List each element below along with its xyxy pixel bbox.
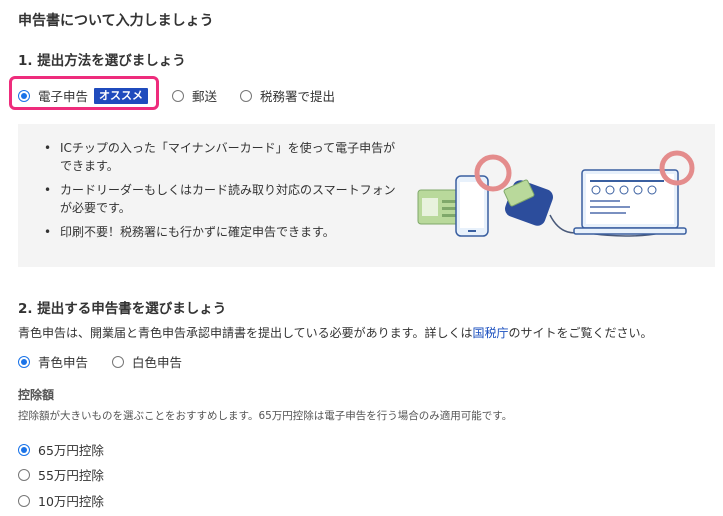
submit-method-tax-office[interactable]: 税務署で提出 bbox=[240, 86, 335, 105]
info-bullet-2: カードリーダーもしくはカード読み取り対応のスマートフォンが必要です。 bbox=[44, 181, 404, 217]
info-bullet-1: ICチップの入った「マイナンバーカード」を使って電子申告ができます。 bbox=[44, 139, 404, 175]
description-text-suffix: のサイトをご覧ください。 bbox=[508, 326, 653, 340]
nta-link[interactable]: 国税庁 bbox=[472, 326, 508, 340]
radio-white-return-label: 白色申告 bbox=[132, 355, 183, 370]
radio-electronic[interactable] bbox=[18, 89, 30, 102]
card-reader-icon bbox=[503, 179, 553, 226]
deduction-10[interactable]: 10万円控除 bbox=[18, 491, 104, 510]
section2-title: 2. 提出する申告書を選びましょう bbox=[18, 301, 227, 317]
radio-electronic-label: 電子申告 bbox=[38, 89, 89, 104]
radio-deduction-10[interactable] bbox=[18, 494, 30, 507]
radio-deduction-55-label: 55万円控除 bbox=[38, 468, 104, 483]
section1-title: 1. 提出方法を選びましょう bbox=[18, 53, 186, 69]
e-filing-illustration bbox=[417, 150, 695, 237]
deduction-65[interactable]: 65万円控除 bbox=[18, 440, 104, 459]
blue-return-description: 青色申告は、開業届と青色申告承認申請書を提出している必要があります。詳しくは国税… bbox=[18, 324, 652, 341]
submit-method-electronic[interactable]: 電子申告 オススメ bbox=[18, 86, 149, 105]
submit-method-mail[interactable]: 郵送 bbox=[172, 86, 217, 105]
page-title: 申告書について入力しましょう bbox=[18, 13, 214, 29]
radio-mail[interactable] bbox=[172, 89, 184, 102]
info-bullet-list: ICチップの入った「マイナンバーカード」を使って電子申告ができます。 カードリー… bbox=[44, 139, 404, 247]
radio-white-return[interactable] bbox=[112, 355, 124, 368]
recommended-badge: オススメ bbox=[94, 87, 149, 104]
radio-blue-return-label: 青色申告 bbox=[38, 355, 89, 370]
radio-tax-office[interactable] bbox=[240, 89, 252, 102]
description-text: 青色申告は、開業届と青色申告承認申請書を提出している必要があります。詳しくは bbox=[18, 326, 473, 340]
radio-deduction-55[interactable] bbox=[18, 468, 30, 481]
deduction-55[interactable]: 55万円控除 bbox=[18, 465, 104, 484]
return-type-white[interactable]: 白色申告 bbox=[112, 352, 182, 371]
radio-blue-return[interactable] bbox=[18, 355, 30, 368]
radio-mail-label: 郵送 bbox=[192, 89, 218, 104]
deduction-note: 控除額が大きいものを選ぶことをおすすめします。65万円控除は電子申告を行う場合の… bbox=[18, 410, 513, 422]
radio-deduction-10-label: 10万円控除 bbox=[38, 494, 104, 509]
nfc-touch-ring-icon bbox=[474, 154, 512, 192]
deduction-heading: 控除額 bbox=[18, 388, 55, 402]
info-bullet-3: 印刷不要！税務署にも行かずに確定申告できます。 bbox=[44, 223, 404, 241]
return-type-blue[interactable]: 青色申告 bbox=[18, 352, 88, 371]
radio-deduction-65[interactable] bbox=[18, 443, 30, 456]
radio-deduction-65-label: 65万円控除 bbox=[38, 443, 104, 458]
radio-tax-office-label: 税務署で提出 bbox=[260, 89, 336, 104]
